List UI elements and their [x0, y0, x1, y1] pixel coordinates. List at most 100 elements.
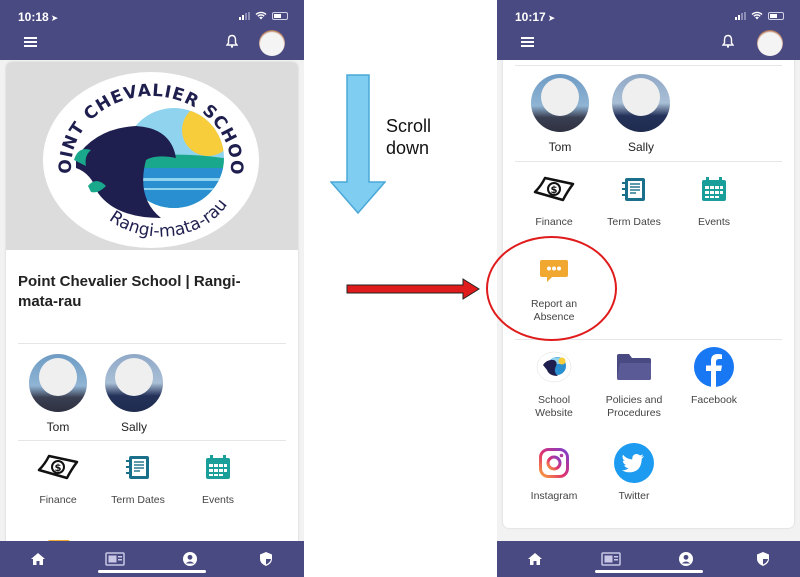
- status-time: 10:17 ➤: [515, 10, 555, 24]
- svg-text:$: $: [551, 185, 558, 196]
- school-logo: POINT CHEVALIER SCHOOL Rangi-mata-rau: [36, 68, 259, 248]
- tile-label: Policies and Procedures: [594, 394, 674, 420]
- tile-label: Twitter: [618, 490, 650, 502]
- tile-events[interactable]: Events: [674, 168, 754, 229]
- child-photo: [105, 354, 163, 412]
- tile-label: Finance: [535, 216, 573, 228]
- child-name: Sally: [120, 420, 147, 434]
- scroll-text-line: Scroll: [386, 116, 432, 136]
- tile-twitter[interactable]: Twitter: [594, 442, 674, 503]
- phone-screen-before-scroll: 10:18 ➤ OINT CHEVALIER SCHOO Rangi-mata-…: [0, 0, 304, 577]
- tile-label-line: Procedures: [607, 407, 661, 419]
- calendar-icon: [702, 177, 726, 201]
- school-card: POINT CHEVALIER SCHOOL Rangi-mata-rau Po…: [6, 62, 298, 577]
- tile-finance[interactable]: $ Finance: [514, 168, 594, 229]
- scroll-down-arrow: [330, 74, 386, 214]
- tile-finance[interactable]: $ Finance: [18, 446, 98, 507]
- bell-icon[interactable]: [722, 34, 734, 48]
- notebook-icon: [622, 178, 645, 201]
- notebook-icon: [126, 456, 149, 479]
- battery-icon: [768, 11, 784, 20]
- instagram-icon: [539, 448, 569, 478]
- child-name: Tom: [548, 140, 572, 154]
- tile-label: School Website: [514, 394, 594, 420]
- divider: [515, 161, 782, 162]
- tile-school-website[interactable]: School Website: [514, 346, 594, 420]
- shield-icon[interactable]: [755, 551, 771, 567]
- home-icon[interactable]: [30, 551, 46, 567]
- tile-label: Events: [697, 216, 731, 228]
- tile-label-line: Website: [535, 407, 573, 419]
- tile-term-dates[interactable]: Term Dates: [594, 168, 674, 229]
- child-tom[interactable]: Tom: [28, 354, 88, 434]
- location-icon: ➤: [50, 13, 59, 23]
- divider: [18, 343, 286, 344]
- tile-label: Facebook: [690, 394, 738, 406]
- money-bill-icon: $: [37, 454, 79, 480]
- profile-avatar[interactable]: [757, 30, 783, 56]
- twitter-icon: [614, 443, 654, 483]
- home-indicator: [595, 570, 703, 573]
- home-icon[interactable]: [527, 551, 543, 567]
- bell-icon[interactable]: [226, 34, 238, 48]
- child-photo: [29, 354, 87, 412]
- user-circle-icon[interactable]: [678, 551, 694, 567]
- child-sally[interactable]: Sally: [104, 354, 164, 434]
- hamburger-menu-icon[interactable]: [24, 37, 37, 47]
- status-icons: [239, 11, 288, 20]
- app-header: 10:17 ➤: [497, 0, 800, 60]
- svg-text:$: $: [55, 463, 62, 474]
- app-header: 10:18 ➤: [0, 0, 304, 60]
- status-time: 10:18 ➤: [18, 10, 58, 24]
- tile-events[interactable]: Events: [178, 446, 258, 507]
- status-icons: [735, 11, 784, 20]
- tile-policies-procedures[interactable]: Policies and Procedures: [594, 346, 674, 420]
- highlight-circle: [486, 236, 617, 341]
- school-title: Point Chevalier School | Rangi-mata-rau: [18, 273, 241, 310]
- child-name: Sally: [627, 140, 654, 154]
- divider: [18, 440, 286, 441]
- tile-label-line: Policies and: [605, 394, 663, 406]
- child-sally[interactable]: Sally: [611, 74, 671, 154]
- user-circle-icon[interactable]: [182, 551, 198, 567]
- school-banner: POINT CHEVALIER SCHOOL Rangi-mata-rau: [6, 62, 298, 250]
- bottom-nav: [0, 541, 304, 577]
- facebook-icon: [694, 347, 734, 387]
- school-logo-icon: [536, 351, 572, 383]
- home-indicator: [98, 570, 206, 573]
- profile-avatar[interactable]: [259, 30, 285, 56]
- calendar-icon: [206, 455, 230, 479]
- bottom-nav: [497, 541, 800, 577]
- tile-label: Events: [201, 494, 235, 506]
- battery-icon: [272, 11, 288, 20]
- signal-icon: [239, 11, 250, 20]
- signal-icon: [735, 11, 746, 20]
- pointer-arrow: [346, 278, 480, 300]
- money-bill-icon: $: [533, 176, 575, 202]
- wifi-icon: [751, 11, 763, 20]
- scroll-text-line: down: [386, 138, 430, 158]
- scroll-instruction: Scroll down: [386, 115, 431, 159]
- tile-label: Instagram: [530, 490, 578, 502]
- status-time-text: 10:17: [515, 10, 546, 24]
- tile-term-dates[interactable]: Term Dates: [98, 446, 178, 507]
- tile-label-line: School: [537, 394, 571, 406]
- wifi-icon: [255, 11, 267, 20]
- tile-label: Finance: [39, 494, 77, 506]
- child-tom[interactable]: Tom: [530, 74, 590, 154]
- tile-instagram[interactable]: Instagram: [514, 442, 594, 503]
- child-photo: [531, 74, 589, 132]
- child-name: Tom: [46, 420, 70, 434]
- tile-label: Term Dates: [111, 494, 165, 506]
- folder-icon: [617, 354, 651, 380]
- tile-label: Term Dates: [607, 216, 661, 228]
- newspaper-icon[interactable]: [601, 551, 621, 567]
- tile-facebook[interactable]: Facebook: [674, 346, 754, 407]
- child-photo: [612, 74, 670, 132]
- newspaper-icon[interactable]: [105, 551, 125, 567]
- divider: [515, 65, 782, 66]
- location-icon: ➤: [547, 13, 556, 23]
- status-time-text: 10:18: [18, 10, 49, 24]
- shield-icon[interactable]: [258, 551, 274, 567]
- hamburger-menu-icon[interactable]: [521, 37, 534, 47]
